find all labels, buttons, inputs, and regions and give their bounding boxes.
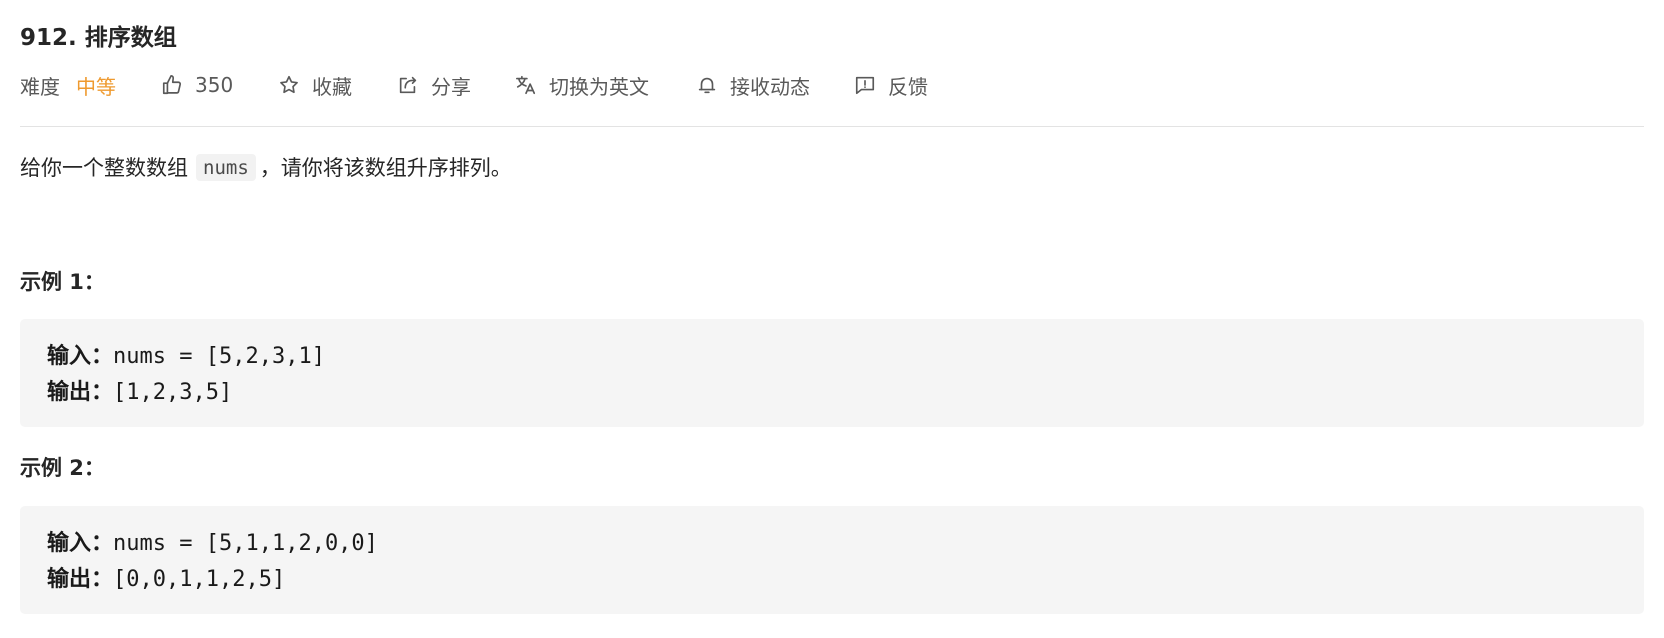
example-2-code-block: 输入：nums = [5,1,1,2,0,0] 输出：[0,0,1,1,2,5] — [20, 506, 1644, 614]
example-1-input-label: 输入： — [47, 344, 114, 369]
example-1-output-line: 输出：[1,2,3,5] — [47, 375, 1617, 411]
share-icon — [399, 76, 417, 94]
example-2-heading: 示例 2： — [20, 456, 105, 480]
translate-icon — [516, 75, 536, 95]
subscribe-button[interactable]: 接收动态 — [696, 70, 810, 100]
example-2-output-line: 输出：[0,0,1,1,2,5] — [47, 562, 1617, 598]
thumbs-up-icon — [162, 75, 182, 95]
share-label: 分享 — [431, 74, 471, 99]
favorite-button[interactable]: 收藏 — [278, 70, 352, 100]
example-1-input-line: 输入：nums = [5,2,3,1] — [47, 339, 1617, 375]
example-2-input-value: nums = [5,1,1,2,0,0] — [113, 531, 378, 556]
feedback-button[interactable]: 反馈 — [854, 70, 928, 100]
problem-meta-bar: 难度 中等 350 收藏 分享 切换为英文 接收动态 反馈 — [20, 70, 1120, 100]
inline-code-nums: nums — [196, 153, 256, 181]
example-1-output-label: 输出： — [47, 380, 114, 405]
star-icon — [280, 75, 298, 94]
bell-icon — [698, 77, 716, 94]
description-text-after: ，请你将该数组升序排列。 — [259, 156, 512, 180]
example-1-input-value: nums = [5,2,3,1] — [113, 344, 325, 369]
switch-language-label: 切换为英文 — [549, 74, 649, 99]
example-2-input-line: 输入：nums = [5,1,1,2,0,0] — [47, 526, 1617, 562]
problem-title: 912. 排序数组 — [20, 25, 177, 51]
difficulty-label: 难度 — [20, 74, 60, 99]
favorite-label: 收藏 — [312, 74, 352, 99]
example-2-output-value: [0,0,1,1,2,5] — [113, 567, 286, 592]
like-button[interactable]: 350 — [161, 70, 233, 100]
example-1-output-value: [1,2,3,5] — [113, 380, 233, 405]
problem-description: 给你一个整数数组 nums ，请你将该数组升序排列。 — [20, 152, 512, 182]
example-1-code-block: 输入：nums = [5,2,3,1] 输出：[1,2,3,5] — [20, 319, 1644, 427]
difficulty-value: 中等 — [76, 74, 116, 99]
divider — [20, 126, 1644, 127]
like-count: 350 — [195, 73, 234, 97]
subscribe-label: 接收动态 — [730, 74, 810, 99]
example-2-input-label: 输入： — [47, 531, 114, 556]
example-2-output-label: 输出： — [47, 567, 114, 592]
difficulty: 难度 中等 — [20, 70, 116, 100]
switch-language-button[interactable]: 切换为英文 — [515, 70, 649, 100]
description-text-before: 给你一个整数数组 — [20, 156, 188, 180]
feedback-label: 反馈 — [888, 74, 928, 99]
feedback-icon — [855, 76, 875, 95]
share-button[interactable]: 分享 — [397, 70, 471, 100]
example-1-heading: 示例 1： — [20, 270, 105, 294]
